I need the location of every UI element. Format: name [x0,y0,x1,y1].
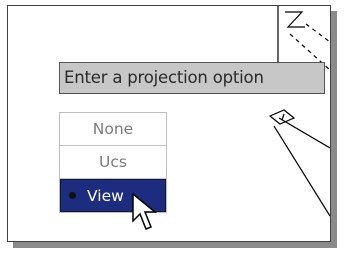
menu-option-none[interactable]: None [60,113,166,146]
hidden-line [305,23,330,43]
arrow-pointer-icon [132,193,158,230]
menu-option-ucs[interactable]: Ucs [60,146,166,179]
menu-option-label: None [92,120,134,138]
menu-option-label: View [87,187,124,205]
ucs-marker [268,109,296,125]
drawing-line [281,113,285,121]
bullet-icon [69,192,76,199]
drawing-line [278,117,330,149]
command-prompt-tooltip: Enter a projection option [59,62,325,94]
drawing-canvas[interactable]: Enter a projection option None Ucs View [7,5,331,242]
drawing-line [273,125,330,217]
menu-option-label: Ucs [99,153,127,171]
z-axis-label [285,11,305,28]
cad-drawing [268,6,330,217]
